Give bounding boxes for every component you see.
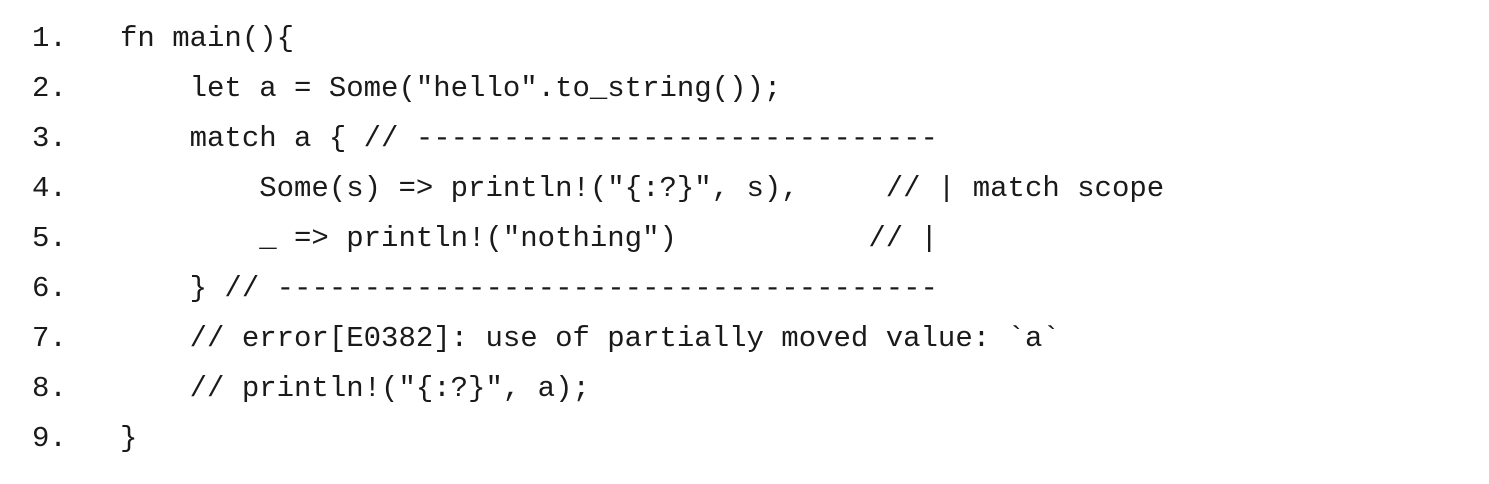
code-line-9: 9. } — [32, 414, 1164, 464]
code-line-8: 8. // println!("{:?}", a); — [32, 364, 1164, 414]
line-number: 2. — [32, 72, 67, 105]
line-number: 8. — [32, 372, 67, 405]
line-number: 7. — [32, 322, 67, 355]
line-number: 3. — [32, 122, 67, 155]
line-code: } — [120, 422, 138, 455]
code-line-3: 3. match a { // ------------------------… — [32, 114, 1164, 164]
line-code: fn main(){ — [120, 22, 295, 55]
code-line-5: 5. _ => println!("nothing") // | — [32, 214, 1164, 264]
code-line-4: 4. Some(s) => println!("{:?}", s), // | … — [32, 164, 1164, 214]
code-line-6: 6. } // --------------------------------… — [32, 264, 1164, 314]
line-number: 6. — [32, 272, 67, 305]
line-code: _ => println!("nothing") // | — [120, 222, 938, 255]
code-line-2: 2. let a = Some("hello".to_string()); — [32, 64, 1164, 114]
code-line-1: 1. fn main(){ — [32, 14, 1164, 64]
code-line-7: 7. // error[E0382]: use of partially mov… — [32, 314, 1164, 364]
line-number: 4. — [32, 172, 67, 205]
line-code: } // -----------------------------------… — [120, 272, 938, 305]
line-number: 1. — [32, 22, 67, 55]
line-code: // error[E0382]: use of partially moved … — [120, 322, 1060, 355]
line-code: Some(s) => println!("{:?}", s), // | mat… — [120, 172, 1165, 205]
line-code: match a { // ---------------------------… — [120, 122, 938, 155]
line-code: // println!("{:?}", a); — [120, 372, 590, 405]
line-number: 9. — [32, 422, 67, 455]
line-number: 5. — [32, 222, 67, 255]
code-block: 1. fn main(){ 2. let a = Some("hello".to… — [32, 14, 1164, 464]
line-code: let a = Some("hello".to_string()); — [120, 72, 782, 105]
